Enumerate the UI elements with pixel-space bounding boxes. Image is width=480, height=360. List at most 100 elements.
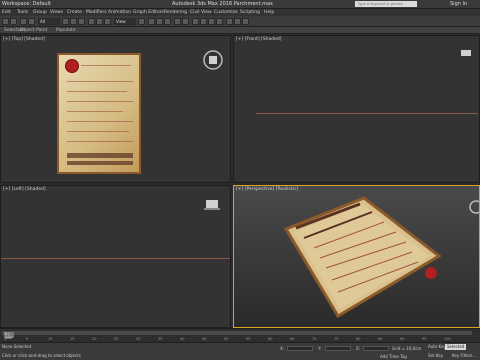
text-line [67,91,127,92]
wax-seal [425,267,437,279]
viewport-top[interactable]: [+] [Top] [Shaded] [0,35,231,183]
menu-graph-editors[interactable]: Graph Editors [133,10,164,15]
time-slider[interactable]: 0 / 100 0 5 10 15 20 25 30 35 40 45 50 5… [0,328,480,342]
time-slider-track[interactable]: 0 / 100 [2,331,472,340]
mirror-icon[interactable] [174,18,181,25]
scale-icon[interactable] [104,18,111,25]
heading-line [67,161,133,165]
window-title: Autodesk 3ds Max 2016 Parchment.max [172,1,274,7]
undo-icon[interactable] [2,18,9,25]
menu-bar: Edit Tools Group Views Create Modifiers … [0,9,480,16]
menu-group[interactable]: Group [33,10,47,15]
viewport-left-label[interactable]: [+] [Left] [Shaded] [3,187,46,192]
parchment-object[interactable] [57,53,141,174]
track-tick: 60 [268,337,273,341]
rotate-icon[interactable] [96,18,103,25]
track-tick: 95 [422,337,427,341]
select-object-icon[interactable] [62,18,69,25]
parchment-edge-left [1,258,230,259]
key-mode-selected[interactable]: Selected [445,344,467,350]
render-icon[interactable] [242,18,249,25]
tab-populate[interactable]: Populate [56,28,76,33]
grid-readout: Grid = 10,0cm [392,346,422,351]
y-coordinate-field[interactable] [325,346,351,351]
track-tick: 80 [356,337,361,341]
track-tick: 50 [224,337,229,341]
viewcube-icon[interactable] [459,48,473,58]
region-select-icon[interactable] [78,18,85,25]
viewcube-icon[interactable] [468,198,480,216]
track-tick: 30 [136,337,141,341]
parchment-perspective[interactable] [234,186,479,327]
track-tick: 55 [246,337,251,341]
curve-editor-icon[interactable] [200,18,207,25]
workspace-selector[interactable]: Workspace: Default [2,1,51,7]
layer-explorer-icon[interactable] [192,18,199,25]
render-setup-icon[interactable] [226,18,233,25]
set-key-button[interactable]: Set Key [428,353,443,358]
viewport-top-label[interactable]: [+] [Top] [Shaded] [3,37,45,42]
align-icon[interactable] [182,18,189,25]
menu-help[interactable]: Help [264,10,274,15]
menu-edit[interactable]: Edit [2,10,11,15]
text-line [81,65,131,66]
menu-modifiers[interactable]: Modifiers [86,10,107,15]
menu-tools[interactable]: Tools [17,10,28,15]
track-tick: 5 [26,337,29,341]
menu-rendering[interactable]: Rendering [164,10,187,15]
track-tick: 15 [70,337,75,341]
angle-snap-icon[interactable] [156,18,163,25]
pivot-icon[interactable] [138,18,145,25]
y-label: Y: [318,346,322,351]
title-bar: Workspace: Default Autodesk 3ds Max 2016… [0,0,480,9]
viewport-front[interactable]: [+] [Front] [Shaded] [233,35,480,183]
selection-filter-dropdown[interactable]: All [38,18,60,25]
menu-scripting[interactable]: Scripting [240,10,260,15]
reference-coordinate-dropdown[interactable]: View [114,18,136,25]
link-icon[interactable] [20,18,27,25]
redo-icon[interactable] [10,18,17,25]
schematic-view-icon[interactable] [208,18,215,25]
unlink-icon[interactable] [28,18,35,25]
select-by-name-icon[interactable] [70,18,77,25]
track-tick: 0 [4,337,7,341]
add-time-tag[interactable]: Add Time Tag [380,354,407,359]
tab-object-paint[interactable]: Object Paint [20,28,47,33]
text-line [67,101,133,102]
track-tick: 20 [92,337,97,341]
text-line [67,131,129,132]
track-tick: 40 [180,337,185,341]
heading-line [67,153,133,158]
frame-counter: 0 / 100 [5,332,12,340]
menu-customize[interactable]: Customize [214,10,238,15]
track-tick: 85 [378,337,383,341]
main-toolbar: All View [0,16,480,27]
viewport-perspective[interactable]: [+] [Perspective] [Realistic] [233,185,480,328]
viewcube-icon[interactable] [203,198,221,212]
menu-animation[interactable]: Animation [108,10,131,15]
viewcube-icon[interactable] [201,48,225,72]
key-filters-button[interactable]: Key Filters... [452,353,476,358]
rendered-frame-window-icon[interactable] [234,18,241,25]
wax-seal [65,59,79,73]
menu-civil-view[interactable]: Civil View [190,10,212,15]
menu-views[interactable]: Views [50,10,63,15]
viewport-front-label[interactable]: [+] [Front] [Shaded] [236,37,282,42]
x-label: X: [280,346,285,351]
menu-create[interactable]: Create [67,10,82,15]
percent-snap-icon[interactable] [164,18,171,25]
auto-key-button[interactable]: Auto Key [428,344,446,349]
sign-in-button[interactable]: Sign In [450,1,467,7]
track-tick: 65 [290,337,295,341]
text-line [67,141,133,142]
material-editor-icon[interactable] [216,18,223,25]
move-icon[interactable] [88,18,95,25]
x-coordinate-field[interactable] [287,346,313,351]
prompt-line: Click or click-and-drag to select object… [2,353,81,358]
search-input[interactable] [355,1,417,7]
z-coordinate-field[interactable] [363,346,389,351]
snaps-toggle-icon[interactable] [148,18,155,25]
track-tick: 90 [400,337,405,341]
z-label: Z: [356,346,361,351]
viewport-left[interactable]: [+] [Left] [Shaded] [0,185,231,328]
